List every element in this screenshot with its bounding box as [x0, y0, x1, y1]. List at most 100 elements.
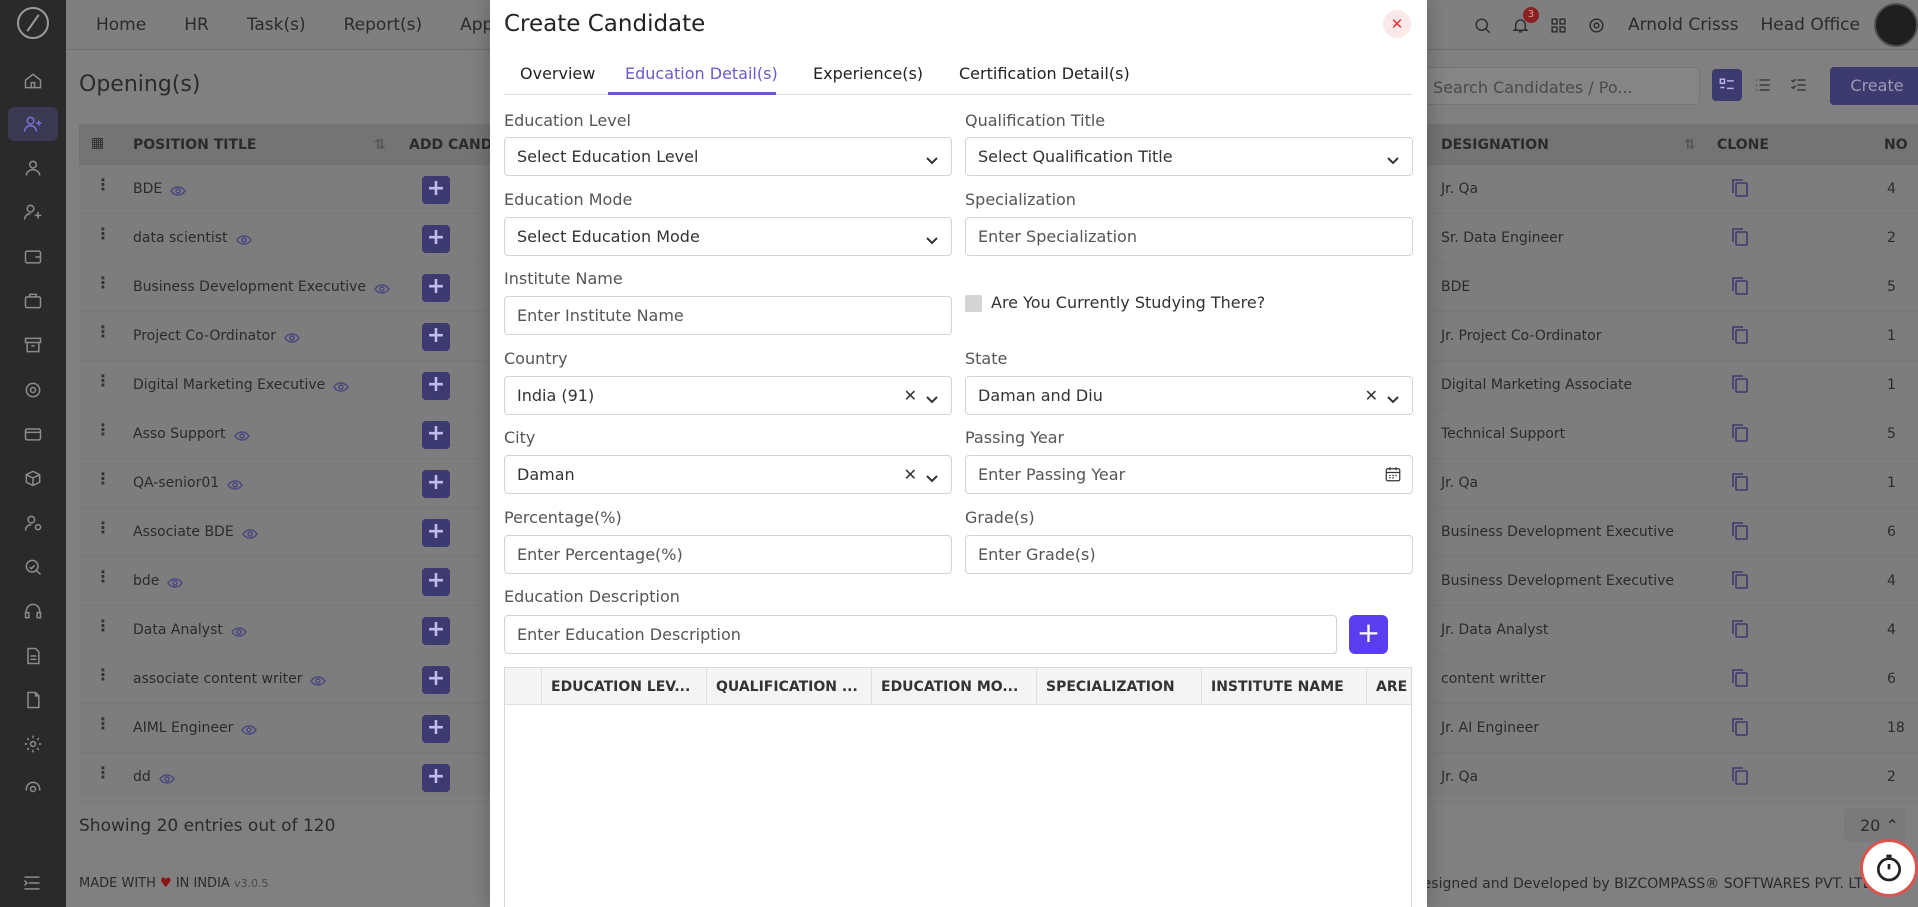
list-view-icon[interactable]	[1748, 69, 1778, 101]
settings-icon[interactable]	[22, 733, 44, 755]
position-title-cell[interactable]: Business Development Executive	[133, 279, 390, 295]
position-title-cell[interactable]: data scientist	[133, 230, 252, 246]
clone-icon[interactable]	[1731, 668, 1749, 688]
add-candidate-button[interactable]: +	[422, 617, 450, 645]
sort-icon[interactable]: ⇅	[374, 137, 386, 153]
eye-icon[interactable]	[241, 723, 258, 735]
timer-icon[interactable]	[1860, 839, 1918, 897]
tab-certification-details[interactable]: Certification Detail(s)	[959, 64, 1130, 83]
row-menu-icon[interactable]: ⋮	[95, 714, 111, 733]
briefcase-icon[interactable]	[22, 290, 44, 312]
row-menu-icon[interactable]: ⋮	[95, 224, 111, 243]
clone-icon[interactable]	[1731, 276, 1749, 296]
menu-toggle-icon[interactable]	[22, 874, 44, 892]
currently-studying-label[interactable]: Are You Currently Studying There?	[991, 293, 1265, 312]
add-candidate-button[interactable]: +	[422, 274, 450, 302]
add-candidate-button[interactable]: +	[422, 715, 450, 743]
city-select[interactable]: Daman ✕	[504, 455, 952, 494]
create-button[interactable]: Create	[1830, 67, 1918, 105]
page-size-select[interactable]: 20 ⌃	[1844, 808, 1906, 842]
clone-icon[interactable]	[1731, 521, 1749, 541]
add-candidate-button[interactable]: +	[422, 225, 450, 253]
clone-icon[interactable]	[1731, 717, 1749, 737]
col-position-title[interactable]: POSITION TITLE	[133, 137, 257, 153]
clone-icon[interactable]	[1731, 619, 1749, 639]
add-education-button[interactable]: +	[1349, 615, 1388, 654]
specialization-input[interactable]: Enter Specialization	[965, 217, 1413, 256]
users-plus-icon[interactable]	[22, 113, 44, 135]
col-education-mode[interactable]: EDUCATION MO...	[871, 668, 1037, 704]
position-title-cell[interactable]: Data Analyst	[133, 622, 247, 638]
add-candidate-button[interactable]: +	[422, 764, 450, 792]
education-description-input[interactable]: Enter Education Description	[504, 615, 1337, 654]
eye-icon[interactable]	[167, 576, 184, 588]
add-candidate-button[interactable]: +	[422, 323, 450, 351]
col-qualification[interactable]: QUALIFICATION ...	[706, 668, 872, 704]
add-candidate-button[interactable]: +	[422, 470, 450, 498]
user-settings-icon[interactable]	[22, 512, 44, 534]
col-specialization[interactable]: SPECIALIZATION	[1036, 668, 1202, 704]
add-candidate-button[interactable]: +	[422, 421, 450, 449]
eye-icon[interactable]	[333, 380, 350, 392]
tab-overview[interactable]: Overview	[520, 64, 595, 83]
help-icon[interactable]	[22, 778, 44, 800]
position-title-cell[interactable]: associate content writer	[133, 671, 327, 687]
tab-experiences[interactable]: Experience(s)	[813, 64, 923, 83]
eye-icon[interactable]	[284, 331, 300, 343]
support-icon[interactable]	[22, 379, 44, 401]
row-menu-icon[interactable]: ⋮	[95, 371, 111, 390]
position-title-cell[interactable]: Asso Support	[133, 426, 250, 442]
sort-icon[interactable]: ⇅	[1684, 137, 1696, 153]
add-candidate-button[interactable]: +	[422, 176, 450, 204]
currently-studying-checkbox[interactable]	[965, 295, 982, 312]
clone-icon[interactable]	[1731, 178, 1749, 198]
clone-icon[interactable]	[1731, 325, 1749, 345]
nav-apps[interactable]: App	[460, 15, 493, 35]
nav-reports[interactable]: Report(s)	[344, 15, 422, 35]
position-title-cell[interactable]: bde	[133, 573, 184, 589]
tab-education-details[interactable]: Education Detail(s)	[625, 64, 778, 83]
box-icon[interactable]	[22, 467, 44, 489]
eye-icon[interactable]	[158, 772, 175, 784]
qualification-title-select[interactable]: Select Qualification Title	[965, 137, 1413, 176]
clone-icon[interactable]	[1731, 374, 1749, 394]
position-title-cell[interactable]: Digital Marketing Executive	[133, 377, 350, 393]
archive-icon[interactable]	[22, 334, 44, 356]
position-title-cell[interactable]: Project Co-Ordinator	[133, 328, 300, 344]
state-select[interactable]: Daman and Diu ✕	[965, 376, 1413, 415]
add-candidate-button[interactable]: +	[422, 568, 450, 596]
clear-icon[interactable]: ✕	[904, 465, 917, 484]
row-menu-icon[interactable]: ⋮	[95, 665, 111, 684]
nav-tasks[interactable]: Task(s)	[247, 15, 306, 35]
nav-home[interactable]: Home	[96, 15, 146, 35]
home-icon[interactable]	[22, 70, 44, 92]
add-candidate-button[interactable]: +	[422, 519, 450, 547]
search-icon[interactable]	[1472, 14, 1494, 36]
close-icon[interactable]: ✕	[1383, 10, 1411, 38]
wallet-icon[interactable]	[22, 246, 44, 268]
col-education-level[interactable]: EDUCATION LEV...	[541, 668, 707, 704]
clear-icon[interactable]: ✕	[904, 386, 917, 405]
user-add-icon[interactable]	[22, 201, 44, 223]
row-menu-icon[interactable]: ⋮	[95, 567, 111, 586]
clear-icon[interactable]: ✕	[1365, 386, 1378, 405]
card-icon[interactable]	[22, 423, 44, 445]
file-icon[interactable]	[22, 689, 44, 711]
clone-icon[interactable]	[1731, 766, 1749, 786]
clone-icon[interactable]	[1731, 227, 1749, 247]
position-title-cell[interactable]: dd	[133, 769, 175, 785]
eye-icon[interactable]	[230, 625, 247, 637]
eye-icon[interactable]	[374, 282, 390, 294]
card-view-icon[interactable]	[1712, 69, 1742, 101]
row-menu-icon[interactable]: ⋮	[95, 322, 111, 341]
apps-grid-icon[interactable]	[1548, 14, 1570, 36]
user-name[interactable]: Arnold Crisss	[1628, 15, 1739, 35]
calendar-icon[interactable]	[1384, 465, 1402, 483]
eye-icon[interactable]	[310, 674, 327, 686]
col-designation[interactable]: DESIGNATION	[1441, 137, 1549, 153]
row-menu-icon[interactable]: ⋮	[95, 763, 111, 782]
clone-icon[interactable]	[1731, 570, 1749, 590]
col-are-you-studying[interactable]: ARE Y	[1366, 668, 1411, 704]
bell-icon[interactable]: 3	[1510, 7, 1539, 36]
position-title-cell[interactable]: BDE	[133, 181, 187, 197]
